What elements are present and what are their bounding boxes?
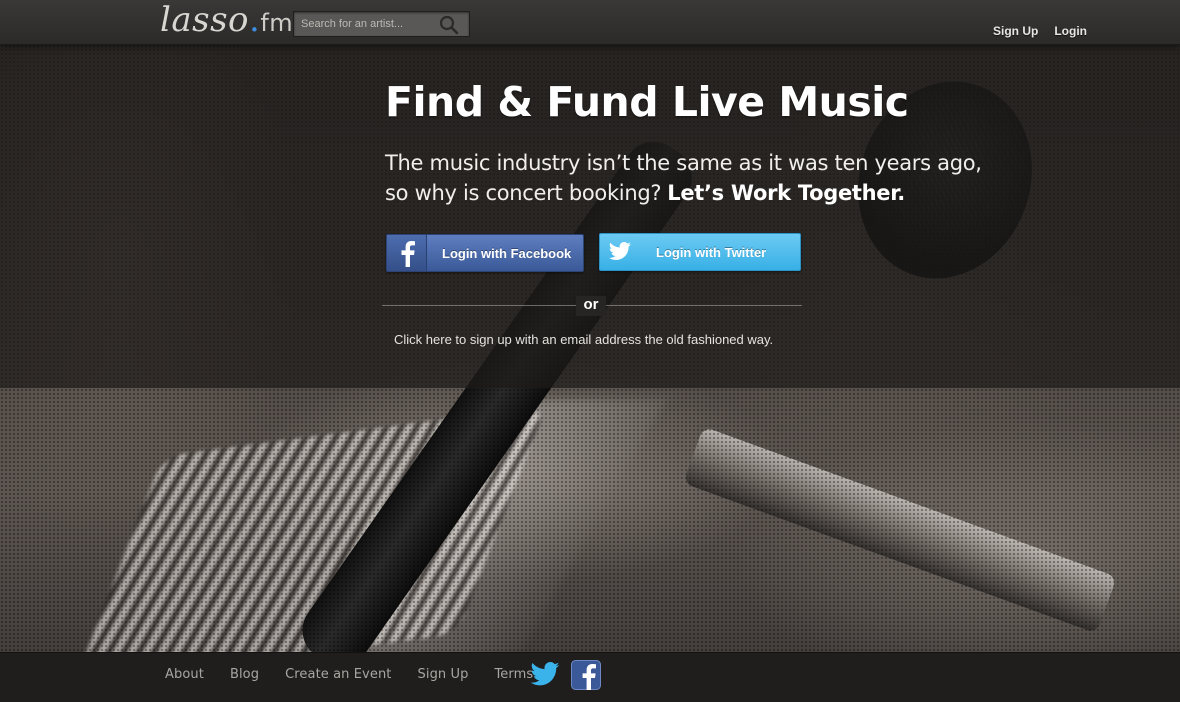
logo-name: lasso	[160, 0, 250, 40]
nav-login-link[interactable]: Login	[1054, 24, 1087, 38]
top-bar: lasso.fm Sign Up Login	[0, 0, 1180, 45]
facebook-icon	[387, 235, 427, 271]
artist-search	[293, 11, 470, 37]
hero-subtitle-emphasis: Let’s Work Together.	[667, 181, 905, 205]
search-icon[interactable]	[439, 15, 459, 35]
twitter-icon[interactable]	[529, 662, 561, 688]
facebook-icon[interactable]	[571, 660, 601, 690]
email-signup-link[interactable]: Click here to sign up with an email addr…	[394, 332, 814, 347]
login-twitter-button[interactable]: Login with Twitter	[599, 233, 801, 271]
footer-social-icons	[529, 660, 601, 690]
footer-terms-link[interactable]: Terms	[494, 667, 533, 682]
hero-title: Find & Fund Live Music	[385, 78, 909, 126]
footer-nav: About Blog Create an Event Sign Up Terms	[165, 667, 559, 682]
hero-subtitle: The music industry isn’t the same as it …	[385, 148, 1005, 208]
login-facebook-button[interactable]: Login with Facebook	[386, 234, 584, 272]
search-input[interactable]	[294, 12, 434, 36]
facebook-button-label: Login with Facebook	[442, 245, 572, 261]
twitter-bird-icon	[600, 234, 640, 270]
logo-dot: .	[249, 0, 261, 40]
nav-signup-link[interactable]: Sign Up	[993, 24, 1038, 38]
site-logo[interactable]: lasso.fm	[160, 0, 293, 40]
logo-tld: fm	[260, 9, 294, 37]
footer-signup-link[interactable]: Sign Up	[418, 667, 469, 682]
hero-subtitle-line2: so why is concert booking?	[385, 181, 662, 205]
footer-create-event-link[interactable]: Create an Event	[285, 667, 391, 682]
or-divider-text: or	[576, 296, 606, 316]
hero-subtitle-line1: The music industry isn’t the same as it …	[385, 151, 982, 175]
twitter-button-label: Login with Twitter	[656, 244, 767, 260]
footer-about-link[interactable]: About	[165, 667, 204, 682]
footer-blog-link[interactable]: Blog	[230, 667, 259, 682]
top-nav: Sign Up Login	[993, 24, 1087, 38]
